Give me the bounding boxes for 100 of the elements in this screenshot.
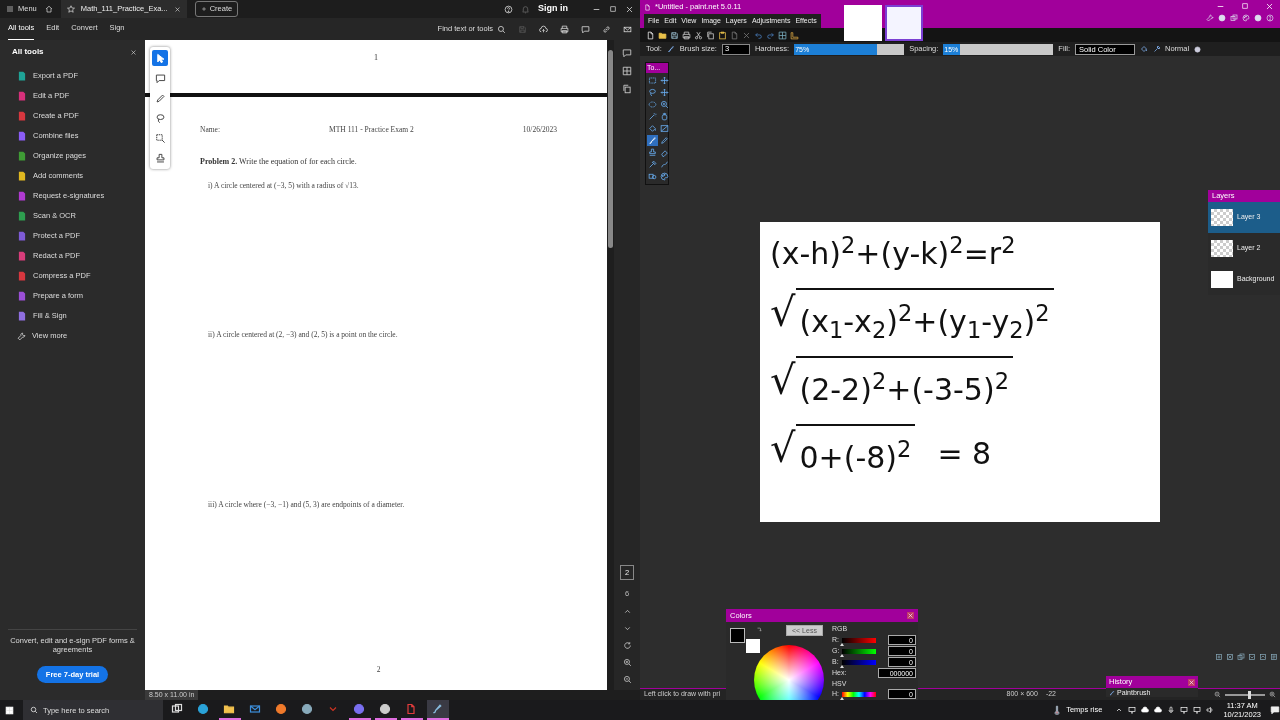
redo-icon[interactable]	[766, 30, 775, 40]
image-thumbnail[interactable]	[844, 5, 882, 41]
monitor-icon[interactable]	[1180, 706, 1189, 714]
tool-button[interactable]	[659, 123, 670, 134]
delete-layer-icon[interactable]	[1226, 653, 1234, 661]
folder-icon[interactable]	[658, 30, 667, 40]
radical-sign: √	[770, 356, 796, 404]
tool-button[interactable]	[647, 171, 658, 182]
color-slider[interactable]	[841, 659, 876, 665]
slider-thumb[interactable]	[840, 642, 844, 646]
help-icon[interactable]	[504, 4, 513, 14]
slider-thumb[interactable]	[1248, 690, 1251, 699]
copy-icon[interactable]	[706, 30, 715, 40]
brush-icon[interactable]	[666, 45, 675, 53]
ruler-icon[interactable]	[790, 30, 799, 40]
radical-sign: √	[770, 288, 796, 336]
close-icon[interactable]	[130, 48, 137, 56]
duplicate-layer-icon[interactable]	[1237, 653, 1245, 661]
shapes-icon	[648, 172, 657, 181]
chevron-icon[interactable]	[1115, 706, 1124, 714]
tool-button[interactable]	[647, 147, 658, 158]
line-icon	[660, 160, 669, 169]
tool-button[interactable]	[647, 159, 658, 170]
paint-icon	[431, 703, 443, 715]
sign-in-button[interactable]: Sign in	[538, 2, 568, 16]
hand-icon	[660, 112, 669, 121]
add-layer-icon[interactable]	[1215, 653, 1223, 661]
zoom-out-icon[interactable]	[622, 675, 632, 684]
color-wheel[interactable]	[754, 645, 824, 700]
notification-icon[interactable]	[1270, 705, 1280, 715]
circle-icon[interactable]	[1218, 14, 1226, 22]
handwritten-expression: (x-h)$^{2}$+(y-k)$^{2}$=r$^{2}$	[770, 230, 1016, 273]
move-icon	[660, 88, 669, 97]
cut-icon[interactable]	[694, 30, 703, 40]
paste-icon[interactable]	[718, 30, 727, 40]
scrollbar-thumb[interactable]	[608, 50, 613, 248]
bucket-icon	[648, 124, 657, 133]
magic-wand-icon	[648, 112, 657, 121]
mail-icon[interactable]	[623, 24, 632, 34]
tool-button[interactable]	[647, 75, 658, 86]
tool-button[interactable]	[659, 87, 670, 98]
star-icon[interactable]	[66, 5, 75, 13]
tool-button[interactable]	[659, 111, 670, 122]
swap-icon[interactable]	[756, 627, 762, 633]
tool-button[interactable]	[659, 135, 670, 146]
problem-statement: Problem 2. Write the equation of for each circle.	[200, 156, 358, 169]
ellipse-select-icon	[648, 100, 657, 109]
tool-button[interactable]	[647, 135, 658, 146]
color-slider[interactable]	[842, 637, 876, 643]
image-thumbnail[interactable]	[885, 5, 923, 41]
save-icon[interactable]	[670, 30, 679, 40]
primary-color-swatch[interactable]	[730, 628, 745, 643]
monitor-icon[interactable]	[1128, 706, 1137, 714]
comment-icon[interactable]	[622, 48, 632, 58]
handwritten-expression: 0+(-8)$^{2}$	[795, 424, 916, 482]
tool-button[interactable]	[647, 123, 658, 134]
tool-button[interactable]	[659, 171, 670, 182]
volume-icon[interactable]	[1206, 706, 1215, 714]
copy-icon[interactable]	[622, 84, 632, 94]
comment-icon[interactable]	[581, 24, 590, 34]
wrench-icon[interactable]	[1206, 14, 1214, 22]
tool-button[interactable]	[647, 87, 658, 98]
plus-icon	[200, 6, 207, 12]
refresh-icon[interactable]	[622, 641, 632, 650]
palette-icon[interactable]	[1242, 14, 1250, 22]
print-icon[interactable]	[682, 30, 691, 40]
grid-icon[interactable]	[622, 66, 632, 76]
palette-icon	[660, 172, 669, 181]
undo-icon[interactable]	[754, 30, 763, 40]
tool-button[interactable]	[659, 75, 670, 86]
microphone-icon[interactable]	[1167, 706, 1176, 714]
bucket-icon[interactable]	[1140, 45, 1148, 53]
up-icon[interactable]	[622, 607, 632, 616]
upload-icon[interactable]	[539, 24, 548, 34]
link-icon[interactable]	[602, 24, 611, 34]
zoom-in-icon[interactable]	[1269, 691, 1276, 698]
maximize-icon[interactable]	[609, 5, 617, 13]
close-icon[interactable]	[173, 5, 181, 13]
search-icon	[497, 24, 506, 34]
zoom-slider[interactable]	[1225, 693, 1265, 696]
slider-thumb[interactable]	[839, 664, 844, 668]
new-file-icon[interactable]	[646, 30, 655, 40]
tool-button[interactable]	[152, 50, 168, 66]
home-icon[interactable]	[44, 5, 53, 13]
close-icon[interactable]	[625, 4, 634, 14]
print-icon[interactable]	[560, 24, 569, 34]
properties-icon[interactable]	[1270, 653, 1278, 661]
tool-button[interactable]	[659, 147, 670, 158]
layer-thumbnail	[1211, 240, 1233, 257]
tool-button[interactable]	[659, 159, 670, 170]
secondary-color-swatch[interactable]	[746, 639, 760, 653]
tool-button[interactable]	[659, 99, 670, 110]
grid-icon[interactable]	[778, 30, 787, 40]
color-slider[interactable]	[842, 648, 877, 654]
circle-icon[interactable]	[1194, 45, 1202, 53]
slider-thumb[interactable]	[840, 653, 845, 657]
zoom-in-icon[interactable]	[622, 658, 632, 667]
down-icon[interactable]	[622, 624, 632, 633]
tool-button[interactable]	[647, 111, 658, 122]
zoom-out-icon[interactable]	[1214, 691, 1221, 698]
